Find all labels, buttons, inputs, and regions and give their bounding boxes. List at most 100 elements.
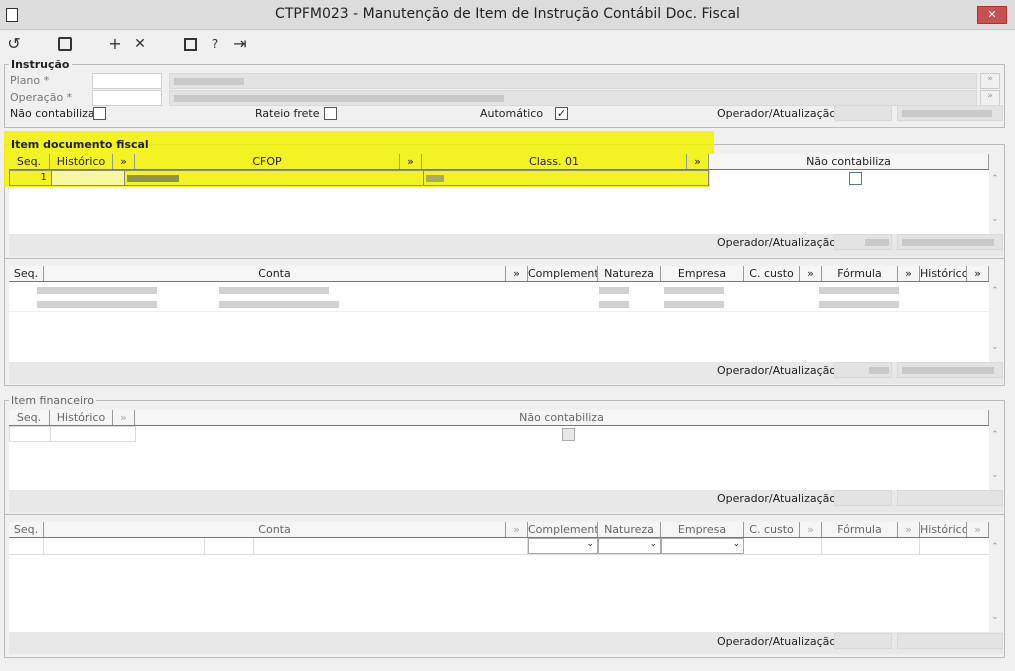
item-doc-grid-bg-left (9, 187, 710, 234)
exit-icon[interactable]: ⇥ (230, 34, 250, 54)
table-row[interactable]: 1 (9, 170, 709, 186)
contas2-scrollbar[interactable]: ⌃ ⌄ (989, 538, 1001, 632)
nao-contabiliza-label: Não contabiliza (10, 107, 95, 120)
rateio-frete-label: Rateio frete (255, 107, 320, 120)
item-doc-legend: Item documento fiscal (11, 138, 149, 151)
expand-historico[interactable]: » (113, 410, 135, 425)
operador-field-4 (834, 490, 892, 506)
col-complemento[interactable]: Complemento (528, 522, 598, 537)
col-natureza[interactable]: Natureza (598, 522, 661, 537)
col-class01[interactable]: Class. 01 (422, 154, 687, 169)
col-formula[interactable]: Fórmula (822, 522, 898, 537)
operador-field-1 (834, 105, 892, 121)
operacao-input[interactable] (92, 90, 162, 106)
col-historico[interactable]: Histórico (920, 522, 967, 537)
col-formula[interactable]: Fórmula (822, 266, 898, 281)
add-icon[interactable]: + (105, 34, 125, 54)
expand-conta[interactable]: » (506, 522, 528, 537)
operador-field-5 (834, 633, 892, 649)
item-doc-header: Seq. Histórico » CFOP » Class. 01 » Não … (9, 154, 989, 170)
empresa-dropdown[interactable]: ⌄ (661, 538, 744, 554)
atualizacao-field-5 (897, 633, 1003, 649)
operacao-lookup-icon[interactable]: » (980, 90, 1000, 106)
expand-historico[interactable]: » (113, 154, 135, 169)
col-historico[interactable]: Histórico (50, 410, 113, 425)
col-seq[interactable]: Seq. (9, 410, 50, 425)
automatico-label: Automático (480, 107, 544, 120)
remove-icon[interactable]: ✕ (130, 34, 150, 54)
row-class01[interactable] (422, 171, 708, 185)
save-icon[interactable] (55, 34, 75, 54)
expand-class01[interactable]: » (687, 154, 709, 169)
operador-label-2: Operador/Atualização (717, 236, 837, 249)
col-historico[interactable]: Histórico (50, 154, 113, 169)
table-row[interactable] (9, 282, 989, 312)
col-c-custo[interactable]: C. custo (744, 522, 800, 537)
table-row[interactable]: ⌄ ⌄ ⌄ (9, 538, 989, 555)
contas1-grid (9, 282, 989, 362)
complemento-dropdown[interactable]: ⌄ (528, 538, 598, 554)
item-fin-grid (9, 426, 989, 490)
col-seq[interactable]: Seq. (9, 154, 50, 169)
row-seq: 1 (40, 172, 47, 183)
col-conta[interactable]: Conta (44, 266, 506, 281)
operador-label-4: Operador/Atualização (717, 492, 837, 505)
table-row[interactable] (9, 426, 136, 442)
plano-lookup-icon[interactable]: » (980, 73, 1000, 89)
col-empresa[interactable]: Empresa (661, 522, 744, 537)
col-empresa[interactable]: Empresa (661, 266, 744, 281)
divider-2 (4, 514, 1005, 515)
item-fin-scrollbar[interactable]: ⌃ ⌄ (989, 426, 1001, 490)
instrucao-legend: Instrução (9, 58, 72, 71)
contas1-scrollbar[interactable]: ⌃ ⌄ (989, 282, 1001, 362)
col-c-custo[interactable]: C. custo (744, 266, 800, 281)
operador-label-3: Operador/Atualização (717, 364, 837, 377)
rateio-frete-checkbox[interactable] (324, 107, 337, 120)
expand-c-custo[interactable]: » (800, 522, 822, 537)
atualizacao-field-1 (897, 105, 1003, 121)
contas1-header: Seq. Conta » Complemento Natureza Empres… (9, 266, 989, 282)
divider-1 (4, 258, 1005, 259)
atualizacao-field-4 (897, 490, 1003, 506)
natureza-dropdown[interactable]: ⌄ (598, 538, 661, 554)
operador-label-1: Operador/Atualização (717, 107, 837, 120)
item-fin-header: Seq. Histórico » Não contabiliza (9, 410, 989, 426)
row-historico[interactable] (50, 171, 124, 185)
col-historico[interactable]: Histórico (920, 266, 967, 281)
help-icon[interactable]: ? (205, 34, 225, 54)
plano-input[interactable] (92, 73, 162, 89)
col-complemento[interactable]: Complemento (528, 266, 598, 281)
close-button[interactable]: ✕ (977, 6, 1007, 24)
operador-field-3 (834, 362, 892, 378)
undo-icon[interactable]: ↺ (4, 34, 24, 54)
col-cfop[interactable]: CFOP (135, 154, 400, 169)
atualizacao-field-2 (897, 234, 1003, 250)
plano-label: Plano * (10, 74, 50, 87)
item-fin-checkbox[interactable] (562, 428, 575, 441)
col-seq[interactable]: Seq. (9, 266, 44, 281)
expand-formula[interactable]: » (898, 522, 920, 537)
item-doc-scrollbar[interactable]: ⌃ ⌄ (989, 170, 1001, 234)
expand-formula[interactable]: » (898, 266, 920, 281)
col-nao-contabiliza[interactable]: Não contabiliza (709, 154, 989, 169)
expand-historico[interactable]: » (967, 266, 989, 281)
calendar-icon[interactable] (180, 34, 200, 54)
col-nao-contabiliza[interactable]: Não contabiliza (135, 410, 989, 425)
nao-contabiliza-checkbox[interactable] (93, 107, 106, 120)
col-natureza[interactable]: Natureza (598, 266, 661, 281)
plano-description (169, 73, 977, 89)
operador-label-5: Operador/Atualização (717, 635, 837, 648)
expand-c-custo[interactable]: » (800, 266, 822, 281)
expand-cfop[interactable]: » (400, 154, 422, 169)
window-title: CTPFM023 - Manutenção de Item de Instruç… (275, 6, 740, 22)
row-nao-contabiliza-checkbox[interactable] (849, 172, 862, 185)
col-seq[interactable]: Seq. (9, 522, 44, 537)
expand-historico[interactable]: » (967, 522, 989, 537)
automatico-checkbox[interactable]: ✓ (555, 107, 568, 120)
row-cfop[interactable] (123, 171, 423, 185)
atualizacao-field-3 (897, 362, 1003, 378)
expand-conta[interactable]: » (506, 266, 528, 281)
item-fin-legend: Item financeiro (9, 394, 97, 407)
operador-field-2 (834, 234, 892, 250)
col-conta[interactable]: Conta (44, 522, 506, 537)
